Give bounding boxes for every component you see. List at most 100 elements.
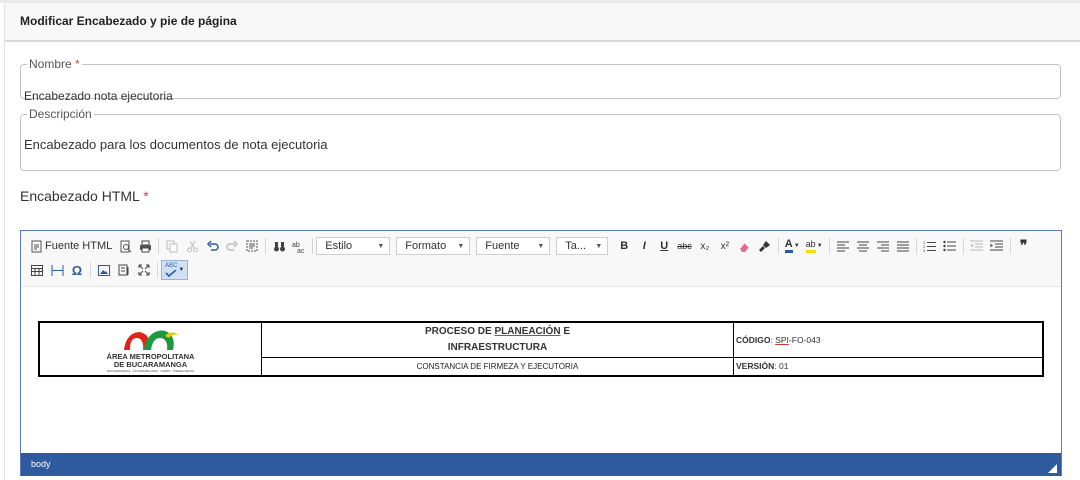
superscript-button[interactable]: x² (715, 237, 735, 255)
editor-toolbar: Fuente HTML ab ac Estilo ▼ Formato ▼ Fuente… (21, 231, 1061, 287)
bold-button[interactable]: B (614, 237, 634, 255)
process-title-underlined: PLANEACIÓN (494, 325, 561, 337)
descripcion-field[interactable]: Descripción Encabezado para los document… (20, 108, 1061, 171)
chevron-down-icon: ▼ (595, 242, 603, 250)
encabezado-html-label: Encabezado HTML * (20, 188, 149, 204)
amb-logo-icon (123, 330, 178, 350)
undo-icon (206, 239, 219, 251)
codigo-cell: CÓDIGO: SPI-FO-043 (733, 321, 1044, 358)
process-title-prefix: PROCESO DE (424, 325, 495, 337)
chevron-down-icon: ▼ (816, 243, 823, 249)
subscript-button[interactable]: x₂ (695, 237, 715, 255)
show-blocks-button[interactable] (114, 261, 134, 279)
descripcion-label: Descripción (29, 107, 92, 121)
style-dropdown-label: Estilo (325, 240, 353, 252)
undo-button[interactable] (202, 237, 222, 255)
align-justify-icon (896, 241, 909, 251)
select-all-button[interactable] (242, 237, 262, 255)
cut-button[interactable] (182, 237, 202, 255)
indent-icon (990, 240, 1004, 251)
text-color-button[interactable]: A ▼ (782, 237, 803, 255)
find-button[interactable] (269, 237, 289, 255)
process-title-suffix: E (560, 325, 571, 337)
source-icon (31, 240, 42, 252)
spellcheck-button[interactable]: ABC ▼ (161, 260, 189, 280)
descripcion-textarea[interactable]: Encabezado para los documentos de nota e… (24, 137, 328, 152)
source-button[interactable]: Fuente HTML (27, 237, 115, 255)
strikethrough-button[interactable]: abc (674, 237, 695, 255)
toolbar-separator (265, 238, 267, 254)
nombre-input[interactable]: Encabezado nota ejecutoria (24, 89, 173, 103)
process-title-line1: PROCESO DE PLANEACIÓN E (262, 324, 733, 340)
align-justify-button[interactable] (893, 237, 913, 255)
scissors-icon (186, 240, 198, 252)
redo-icon (226, 239, 238, 251)
chevron-down-icon: ▼ (377, 242, 385, 250)
toolbar-separator (777, 238, 779, 254)
toolbar-separator (90, 262, 91, 278)
style-dropdown[interactable]: Estilo ▼ (316, 237, 391, 255)
size-dropdown[interactable]: Ta... ▼ (556, 237, 609, 255)
version-label: VERSIÓN (736, 361, 775, 372)
print-button[interactable] (135, 237, 155, 255)
source-label: Fuente HTML (45, 240, 113, 252)
bulleted-list-button[interactable] (940, 237, 960, 255)
underline-button[interactable]: U (654, 237, 674, 255)
header-table: ÁREA METROPOLITANA DE BUCARAMANGA BUCARA… (38, 321, 1044, 377)
background-color-button[interactable]: ab ▼ (803, 237, 826, 255)
logo-line2: DE BUCARAMANGA (113, 359, 188, 369)
codigo-value: -FO-043 (788, 334, 821, 345)
editor-content-area[interactable]: ÁREA METROPOLITANA DE BUCARAMANGA BUCARA… (21, 287, 1061, 453)
version-cell: VERSIÓN: 01 (733, 356, 1044, 377)
show-blocks-icon (118, 264, 129, 276)
blockquote-button[interactable]: ❞ (1014, 237, 1034, 255)
copy-icon (166, 240, 178, 252)
chevron-down-icon: ▼ (178, 267, 185, 273)
align-center-icon (856, 241, 869, 251)
remove-format-button[interactable] (735, 237, 755, 255)
font-dropdown[interactable]: Fuente ▼ (476, 237, 551, 255)
redo-button[interactable] (222, 237, 242, 255)
replace-button[interactable]: ab ac (289, 237, 309, 255)
toolbar-separator (312, 238, 314, 254)
svg-text:3: 3 (923, 248, 926, 252)
toolbar-separator (828, 238, 830, 254)
svg-text:ac: ac (297, 248, 305, 253)
special-char-button[interactable]: Ω (67, 261, 87, 279)
card-title: Modificar Encabezado y pie de página (20, 14, 237, 28)
logo-line3: BUCARAMANGA · FLORIDABLANCA · GIRÓN · PI… (107, 368, 194, 373)
print-icon (139, 240, 151, 252)
nombre-field[interactable]: Nombre * Encabezado nota ejecutoria (20, 58, 1061, 103)
bg-color-label: ab (805, 239, 816, 253)
indent-button[interactable] (987, 237, 1007, 255)
element-path[interactable]: body (31, 459, 51, 469)
binoculars-icon (273, 241, 285, 251)
select-all-icon (246, 240, 258, 251)
resize-handle-icon[interactable] (1048, 464, 1057, 473)
logo-cell: ÁREA METROPOLITANA DE BUCARAMANGA BUCARA… (38, 321, 262, 377)
horizontal-line-icon (51, 264, 63, 276)
align-right-icon (876, 241, 889, 251)
horizontal-rule-button[interactable] (47, 261, 67, 279)
italic-button[interactable]: I (634, 237, 654, 255)
preview-button[interactable] (115, 237, 135, 255)
copy-button[interactable] (162, 237, 182, 255)
align-right-button[interactable] (873, 237, 893, 255)
process-title-line2: INFRAESTRUCTURA (447, 341, 548, 353)
font-dropdown-label: Fuente (485, 240, 520, 252)
align-center-button[interactable] (853, 237, 873, 255)
text-color-label: A (784, 239, 793, 253)
toolbar-separator (962, 238, 964, 254)
version-value: : 01 (774, 361, 789, 372)
format-dropdown[interactable]: Formato ▼ (396, 237, 471, 255)
spellcheck-icon: ABC (165, 263, 177, 277)
copy-format-button[interactable] (755, 237, 775, 255)
align-left-button[interactable] (833, 237, 853, 255)
maximize-button[interactable] (134, 261, 154, 279)
outdent-button[interactable] (967, 237, 987, 255)
image-icon (98, 264, 110, 276)
table-button[interactable] (27, 261, 47, 279)
numbered-list-button[interactable]: 123 (920, 237, 940, 255)
image-button[interactable] (94, 261, 114, 279)
paintbrush-icon (759, 240, 771, 252)
